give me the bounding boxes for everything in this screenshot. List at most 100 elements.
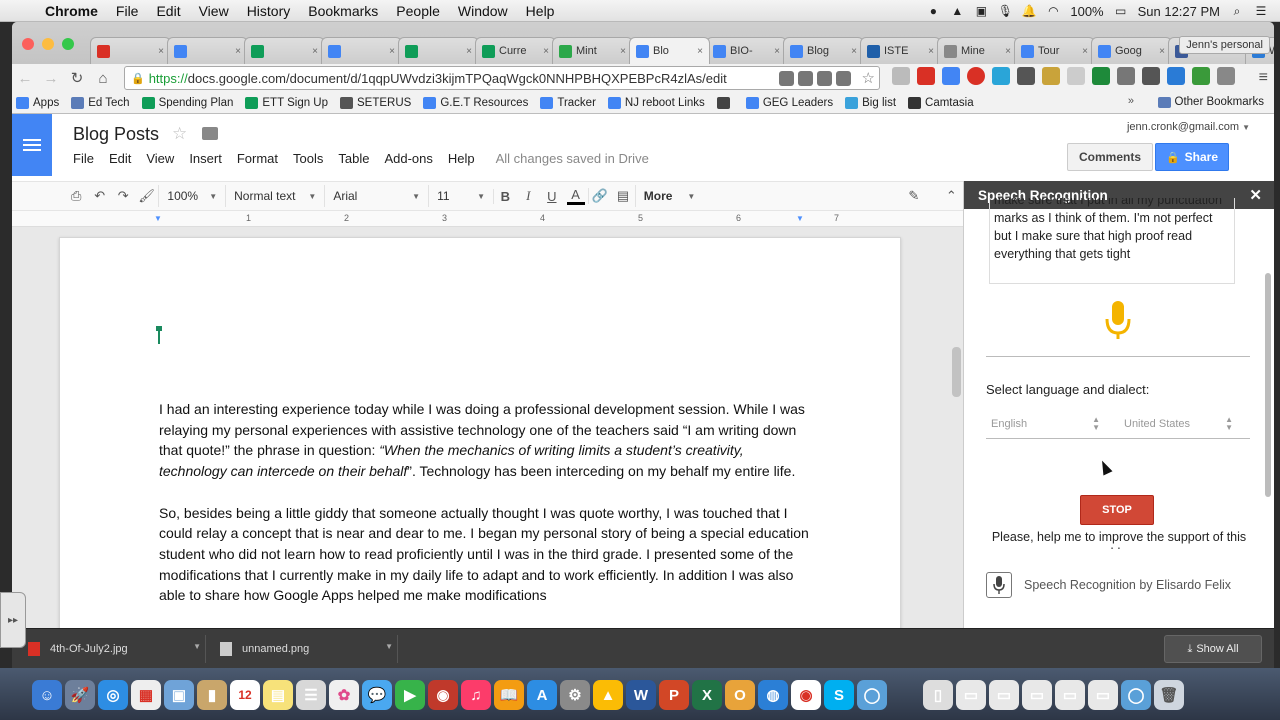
browser-tab[interactable]: × [398, 37, 479, 64]
tab-close-icon[interactable]: × [158, 46, 164, 57]
side-panel-tab[interactable]: ▸▸ [0, 592, 26, 648]
browser-tab[interactable]: × [244, 37, 325, 64]
tab-close-icon[interactable]: × [620, 46, 626, 57]
itunes-icon[interactable]: ♫ [461, 680, 491, 710]
menu-file[interactable]: File [107, 3, 148, 19]
bookmark-item[interactable]: NJ reboot Links [607, 96, 705, 109]
battery-icon[interactable]: ▭ [1114, 4, 1128, 18]
record-icon[interactable]: ● [926, 4, 940, 18]
extension-icon[interactable] [1217, 67, 1235, 85]
browser-tab[interactable]: × [90, 37, 171, 64]
home-icon[interactable]: ⌂ [90, 70, 116, 87]
tab-close-icon[interactable]: × [697, 46, 703, 57]
redo-icon[interactable]: ↷ [111, 188, 135, 204]
extension-icon[interactable] [1117, 67, 1135, 85]
paragraph-2[interactable]: So, besides being a little giddy that so… [159, 503, 814, 607]
reminders-icon[interactable]: ☰ [296, 680, 326, 710]
collapse-toolbar-icon[interactable]: ⌃ [940, 188, 964, 204]
tab-close-icon[interactable]: × [543, 46, 549, 57]
close-icon[interactable]: ✕ [1249, 186, 1262, 204]
docs-menu-file[interactable]: File [73, 151, 94, 166]
bold-button[interactable]: B [492, 188, 517, 204]
folder-icon[interactable] [202, 127, 218, 140]
extension-icon[interactable] [1017, 67, 1035, 85]
docs-menu-insert[interactable]: Insert [189, 151, 222, 166]
transcript-box[interactable]: make sure that I put in all my punctuati… [989, 198, 1235, 284]
safari-icon[interactable]: ◎ [98, 680, 128, 710]
browser-tab[interactable]: BIO- × [706, 37, 787, 64]
extension-icon[interactable] [892, 67, 910, 85]
bookmark-item[interactable]: SETERUS [340, 96, 411, 109]
dialect-select[interactable]: United States ▲ ▼ [1119, 412, 1237, 436]
drive-sync-icon[interactable]: ▲ [950, 4, 964, 18]
insert-link-icon[interactable]: 🔗 [587, 188, 612, 204]
text-color-button[interactable]: A [566, 187, 585, 205]
menu-help[interactable]: Help [517, 3, 564, 19]
insert-comment-icon[interactable]: ▤ [611, 188, 635, 204]
menu-history[interactable]: History [238, 3, 300, 19]
docs-menu-view[interactable]: View [146, 151, 174, 166]
zoom-icon[interactable] [836, 71, 851, 86]
facetime-icon[interactable]: ▶ [395, 680, 425, 710]
ruler[interactable]: ▼ ▼ 1 2 3 4 5 6 7 [12, 211, 963, 227]
powerpoint-icon[interactable]: P [659, 680, 689, 710]
docs-menu-addons[interactable]: Add-ons [384, 151, 432, 166]
document-page[interactable]: I had an interesting experience today wh… [59, 237, 901, 628]
tab-close-icon[interactable]: × [1005, 46, 1011, 57]
notes-icon[interactable]: ▤ [263, 680, 293, 710]
back-icon[interactable]: ← [12, 70, 38, 87]
extension-icon[interactable] [967, 67, 985, 85]
paint-format-icon[interactable]: 🖌 [135, 188, 159, 204]
document-title[interactable]: Blog Posts [73, 124, 159, 145]
bookmarks-more[interactable]: » [1128, 95, 1134, 107]
wifi-icon[interactable]: ◠ [1046, 4, 1060, 18]
menu-clock[interactable]: Sun 12:27 PM [1138, 4, 1220, 19]
gmail-extension-icon[interactable] [917, 67, 935, 85]
tab-close-icon[interactable]: × [928, 46, 934, 57]
excel-icon[interactable]: X [692, 680, 722, 710]
caret-down-icon[interactable]: ▼ [193, 642, 201, 651]
bookmark-item[interactable]: Ed Tech [71, 96, 130, 109]
docs-menu-tools[interactable]: Tools [293, 151, 323, 166]
app-store-icon[interactable]: A [527, 680, 557, 710]
style-select[interactable]: Normal text ▼ [225, 185, 324, 207]
stop-button[interactable]: STOP [1080, 495, 1154, 525]
docs-logo-icon[interactable] [12, 114, 52, 176]
tab-close-icon[interactable]: × [389, 46, 395, 57]
contacts-icon[interactable]: ▮ [197, 680, 227, 710]
menu-app-name[interactable]: Chrome [36, 3, 107, 19]
bookmark-item[interactable] [716, 96, 734, 109]
indent-marker-icon[interactable]: ▼ [154, 214, 162, 223]
docs-menu-format[interactable]: Format [237, 151, 278, 166]
screencast-icon[interactable]: ▣ [974, 4, 988, 18]
calendar-icon[interactable]: 12 [230, 680, 260, 710]
download-item[interactable]: unnamed.png ▼ [212, 635, 398, 663]
sidebar-footer[interactable]: Speech Recognition by Elisardo Felix [964, 565, 1274, 605]
apps-grid-icon[interactable]: ▦ [131, 680, 161, 710]
zoom-window-button[interactable] [62, 38, 74, 50]
bookmark-star-icon[interactable]: ☆ [862, 69, 875, 87]
browser-tab[interactable]: ISTE × [860, 37, 941, 64]
tab-close-icon[interactable]: × [312, 46, 318, 57]
browser-tab[interactable]: Goog × [1091, 37, 1172, 64]
comments-button[interactable]: Comments [1067, 143, 1153, 171]
undo-icon[interactable]: ↶ [88, 188, 112, 204]
more-button[interactable]: More ▼ [634, 185, 704, 207]
camtasia-icon[interactable]: ◯ [857, 680, 887, 710]
chrome-menu-icon[interactable]: ≡ [1259, 69, 1268, 87]
underline-button[interactable]: U [540, 189, 564, 204]
photo-booth-icon[interactable]: ◉ [428, 680, 458, 710]
extension-icon[interactable] [1142, 67, 1160, 85]
address-bar[interactable]: 🔒 https:// docs.google.com/document/d/1q… [124, 66, 880, 90]
skype-icon[interactable]: S [824, 680, 854, 710]
document-icon[interactable]: ▭ [1022, 680, 1052, 710]
right-indent-marker-icon[interactable]: ▼ [796, 214, 804, 223]
star-icon[interactable]: ☆ [172, 124, 187, 144]
finder-icon[interactable]: ☺ [32, 680, 62, 710]
bookmark-item[interactable]: GEG Leaders [745, 96, 833, 109]
browser-tab[interactable]: Blog × [783, 37, 864, 64]
menu-people[interactable]: People [387, 3, 449, 19]
bookmark-item[interactable]: ETT Sign Up [245, 96, 328, 109]
microphone-icon[interactable]: 🎙 [998, 4, 1013, 18]
zoom-select[interactable]: 100% ▼ [158, 185, 225, 207]
